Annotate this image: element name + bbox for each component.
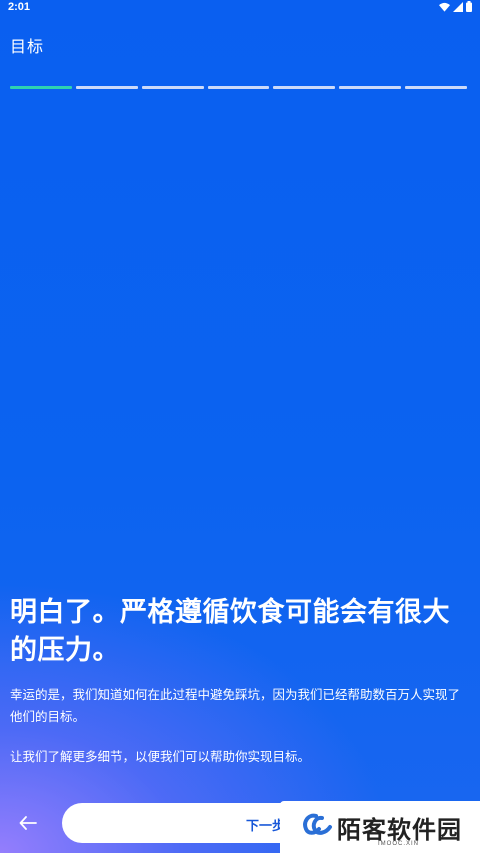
battery-icon bbox=[466, 1, 472, 12]
progress-segment-6 bbox=[339, 86, 402, 89]
body-paragraph-2: 让我们了解更多细节，以便我们可以帮助你实现目标。 bbox=[10, 749, 311, 764]
step-progress-bar bbox=[10, 86, 468, 89]
body-paragraph-1: 幸运的是，我们知道如何在此过程中避免踩坑，因为我们已经帮助数百万人实现了他们的目… bbox=[10, 687, 461, 724]
page-title: 目标 bbox=[10, 37, 45, 56]
progress-segment-3 bbox=[141, 86, 204, 89]
progress-segment-4 bbox=[207, 86, 270, 89]
watermark-subtext: IMOOC.XIN bbox=[378, 841, 420, 847]
wifi-icon bbox=[439, 2, 450, 12]
progress-segment-7 bbox=[405, 86, 468, 89]
back-button[interactable] bbox=[10, 808, 46, 838]
watermark-logo-icon bbox=[303, 813, 332, 835]
watermark-text: 陌客软件园 bbox=[337, 815, 462, 844]
status-bar: 2:01 bbox=[0, 0, 480, 14]
progress-segment-1 bbox=[10, 86, 72, 89]
progress-segment-5 bbox=[273, 86, 336, 89]
main-heading: 明白了。严格遵循饮食可能会有很大的压力。 bbox=[10, 597, 450, 666]
watermark: 陌客软件园 IMOOC.XIN bbox=[280, 801, 480, 853]
arrow-left-icon bbox=[19, 816, 37, 830]
signal-icon bbox=[453, 1, 463, 12]
status-time: 2:01 bbox=[8, 1, 31, 13]
status-icons bbox=[439, 1, 472, 12]
progress-segment-2 bbox=[75, 86, 138, 89]
